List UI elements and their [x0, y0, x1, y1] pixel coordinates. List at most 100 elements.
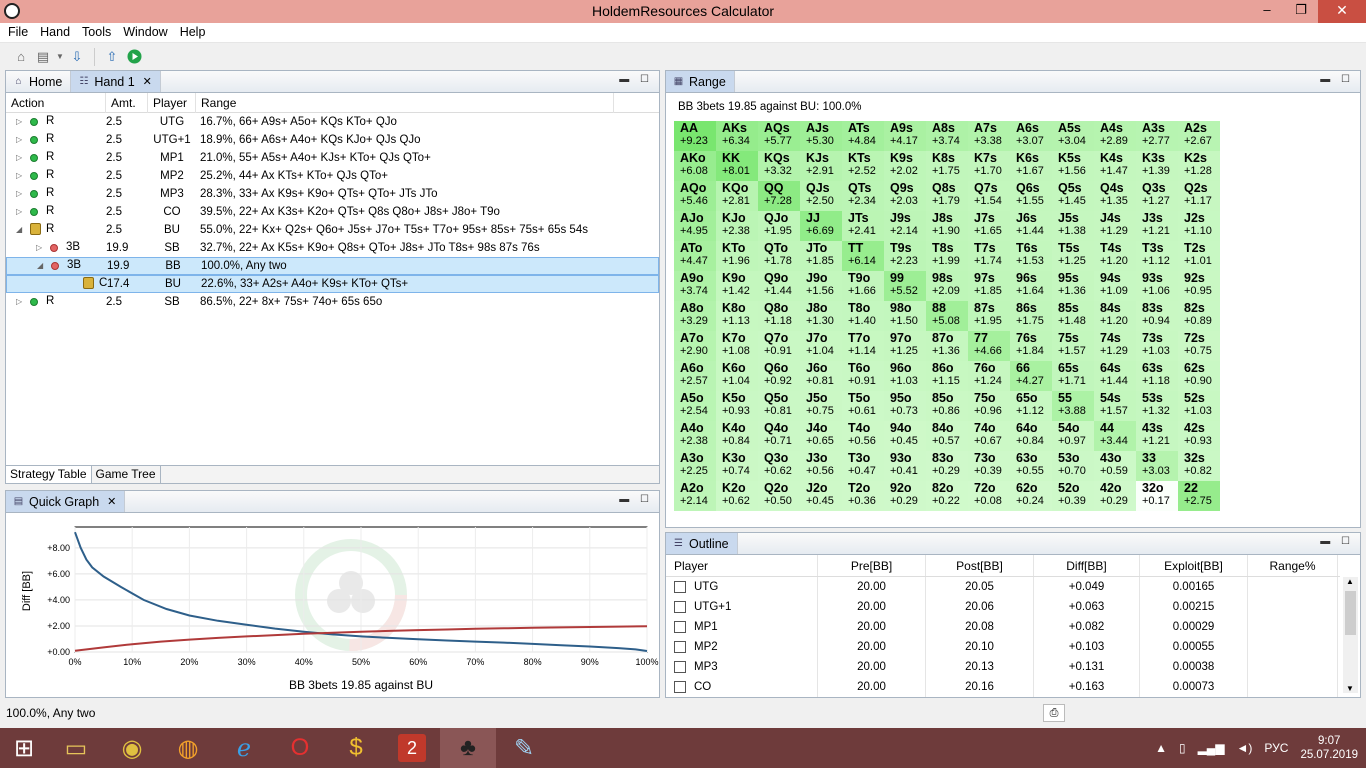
- hand-cell[interactable]: 94s +1.09: [1094, 271, 1136, 301]
- hand-cell[interactable]: 72o +0.08: [968, 481, 1010, 511]
- hand-cell[interactable]: A4o +2.38: [674, 421, 716, 451]
- hand-cell[interactable]: 94o +0.45: [884, 421, 926, 451]
- hand-cell[interactable]: 98o +1.50: [884, 301, 926, 331]
- hand-cell[interactable]: 87s +1.95: [968, 301, 1010, 331]
- hand-cell[interactable]: AQo +5.46: [674, 181, 716, 211]
- col-pre[interactable]: Pre[BB]: [818, 555, 926, 576]
- hand-cell[interactable]: T8o +1.40: [842, 301, 884, 331]
- hand-cell[interactable]: T9s +2.23: [884, 241, 926, 271]
- hand-cell[interactable]: JTs +2.41: [842, 211, 884, 241]
- hand-cell[interactable]: 42s +0.93: [1178, 421, 1220, 451]
- row-checkbox[interactable]: [674, 581, 686, 593]
- hand-cell[interactable]: K9o +1.42: [716, 271, 758, 301]
- scroll-thumb[interactable]: [1345, 591, 1356, 635]
- hand-cell[interactable]: 82o +0.22: [926, 481, 968, 511]
- hand-cell[interactable]: 77 +4.66: [968, 331, 1010, 361]
- hand-cell[interactable]: 74o +0.67: [968, 421, 1010, 451]
- hand-cell[interactable]: 63s +1.18: [1136, 361, 1178, 391]
- hand-cell[interactable]: 76o +1.24: [968, 361, 1010, 391]
- hand-cell[interactable]: T4s +1.20: [1094, 241, 1136, 271]
- hand-cell[interactable]: 73s +1.03: [1136, 331, 1178, 361]
- hand-cell[interactable]: ATs +4.84: [842, 121, 884, 151]
- hand-cell[interactable]: 82s +0.89: [1178, 301, 1220, 331]
- start-button[interactable]: ⊞: [0, 728, 48, 768]
- hand-cell[interactable]: 92o +0.29: [884, 481, 926, 511]
- strategy-row[interactable]: ▷ R 2.5 MP3 28.3%, 33+ Ax K9s+ K9o+ QTs+ QTo…: [6, 185, 659, 203]
- hand-cell[interactable]: T3o +0.47: [842, 451, 884, 481]
- hand-cell[interactable]: A7s +3.38: [968, 121, 1010, 151]
- hand-cell[interactable]: T7o +1.14: [842, 331, 884, 361]
- strategy-row[interactable]: ▷ R 2.5 SB 86.5%, 22+ 8x+ 75s+ 74o+ 65s 65o: [6, 293, 659, 311]
- hand-cell[interactable]: 53o +0.70: [1052, 451, 1094, 481]
- hand-cell[interactable]: K7o +1.08: [716, 331, 758, 361]
- hand-cell[interactable]: 84o +0.57: [926, 421, 968, 451]
- menu-tools[interactable]: Tools: [76, 23, 117, 42]
- hand-cell[interactable]: 33 +3.03: [1136, 451, 1178, 481]
- strategy-row[interactable]: ▷ R 2.5 UTG 16.7%, 66+ A9s+ A5o+ KQs KTo+ QJ…: [6, 113, 659, 131]
- chrome-icon[interactable]: ◉: [104, 728, 160, 768]
- hand-cell[interactable]: 66 +4.27: [1010, 361, 1052, 391]
- col-range[interactable]: Range: [196, 92, 614, 113]
- hand-cell[interactable]: 97s +1.85: [968, 271, 1010, 301]
- hand-cell[interactable]: 54o +0.97: [1052, 421, 1094, 451]
- hand-cell[interactable]: JTo +1.85: [800, 241, 842, 271]
- hand-cell[interactable]: 86s +1.75: [1010, 301, 1052, 331]
- hand-cell[interactable]: K3s +1.39: [1136, 151, 1178, 181]
- hand-cell[interactable]: KTo +1.96: [716, 241, 758, 271]
- hand-cell[interactable]: K2s +1.28: [1178, 151, 1220, 181]
- hand-cell[interactable]: K2o +0.62: [716, 481, 758, 511]
- hand-cell[interactable]: 55 +3.88: [1052, 391, 1094, 421]
- hand-cell[interactable]: AJo +4.95: [674, 211, 716, 241]
- hand-cell[interactable]: 93o +0.41: [884, 451, 926, 481]
- hand-cell[interactable]: A8s +3.74: [926, 121, 968, 151]
- hand-cell[interactable]: T2s +1.01: [1178, 241, 1220, 271]
- outline-row[interactable]: UTG+1 20.00 20.06 +0.063 0.00215: [666, 597, 1340, 617]
- hand-cell[interactable]: K3o +0.74: [716, 451, 758, 481]
- hand-cell[interactable]: 86o +1.15: [926, 361, 968, 391]
- hand-cell[interactable]: 62o +0.24: [1010, 481, 1052, 511]
- signal-icon[interactable]: ▂▄▆: [1198, 741, 1225, 755]
- hand-cell[interactable]: A4s +2.89: [1094, 121, 1136, 151]
- hand-cell[interactable]: 64s +1.44: [1094, 361, 1136, 391]
- hand-cell[interactable]: K6o +1.04: [716, 361, 758, 391]
- hand-cell[interactable]: J4o +0.65: [800, 421, 842, 451]
- holdemresources-taskbar-icon[interactable]: ♣: [440, 728, 496, 768]
- hand-cell[interactable]: 32o +0.17: [1136, 481, 1178, 511]
- col-player[interactable]: Player: [666, 555, 818, 576]
- hand-cell[interactable]: J3s +1.21: [1136, 211, 1178, 241]
- hand-cell[interactable]: A9o +3.74: [674, 271, 716, 301]
- hand-cell[interactable]: 65s +1.71: [1052, 361, 1094, 391]
- hand-cell[interactable]: A8o +3.29: [674, 301, 716, 331]
- hand-cell[interactable]: J5s +1.38: [1052, 211, 1094, 241]
- hand-cell[interactable]: JJ +6.69: [800, 211, 842, 241]
- maximize-button[interactable]: ❐: [1284, 0, 1318, 23]
- col-range-pct[interactable]: Range%: [1248, 555, 1338, 576]
- col-action[interactable]: Action: [6, 92, 106, 113]
- hand-cell[interactable]: 88 +5.08: [926, 301, 968, 331]
- expand-toggle-icon[interactable]: ▷: [16, 171, 22, 180]
- hand-cell[interactable]: T3s +1.12: [1136, 241, 1178, 271]
- expand-toggle-icon[interactable]: ▷: [16, 189, 22, 198]
- menu-file[interactable]: File: [2, 23, 34, 42]
- outline-row[interactable]: MP2 20.00 20.10 +0.103 0.00055: [666, 637, 1340, 657]
- hand-cell[interactable]: 63o +0.55: [1010, 451, 1052, 481]
- hand-cell[interactable]: K6s +1.67: [1010, 151, 1052, 181]
- hand-cell[interactable]: J6o +0.81: [800, 361, 842, 391]
- hand-cell[interactable]: A3o +2.25: [674, 451, 716, 481]
- col-diff[interactable]: Diff[BB]: [1034, 555, 1140, 576]
- strategy-row[interactable]: ▷ R 2.5 UTG+1 18.9%, 66+ A6s+ A4o+ KQs KJo+ …: [6, 131, 659, 149]
- hand-cell[interactable]: 99 +5.52: [884, 271, 926, 301]
- hand-cell[interactable]: QQ +7.28: [758, 181, 800, 211]
- hand-cell[interactable]: J7s +1.65: [968, 211, 1010, 241]
- language-indicator[interactable]: РУС: [1264, 741, 1288, 755]
- hand-cell[interactable]: A3s +2.77: [1136, 121, 1178, 151]
- hand-cell[interactable]: J9o +1.56: [800, 271, 842, 301]
- hand-cell[interactable]: Q4o +0.71: [758, 421, 800, 451]
- hand-cell[interactable]: 65o +1.12: [1010, 391, 1052, 421]
- hand-cell[interactable]: 83s +0.94: [1136, 301, 1178, 331]
- hand-cell[interactable]: K4o +0.84: [716, 421, 758, 451]
- col-player[interactable]: Player: [148, 92, 196, 113]
- hand-cell[interactable]: K4s +1.47: [1094, 151, 1136, 181]
- hand-cell[interactable]: 97o +1.25: [884, 331, 926, 361]
- hand-cell[interactable]: 54s +1.57: [1094, 391, 1136, 421]
